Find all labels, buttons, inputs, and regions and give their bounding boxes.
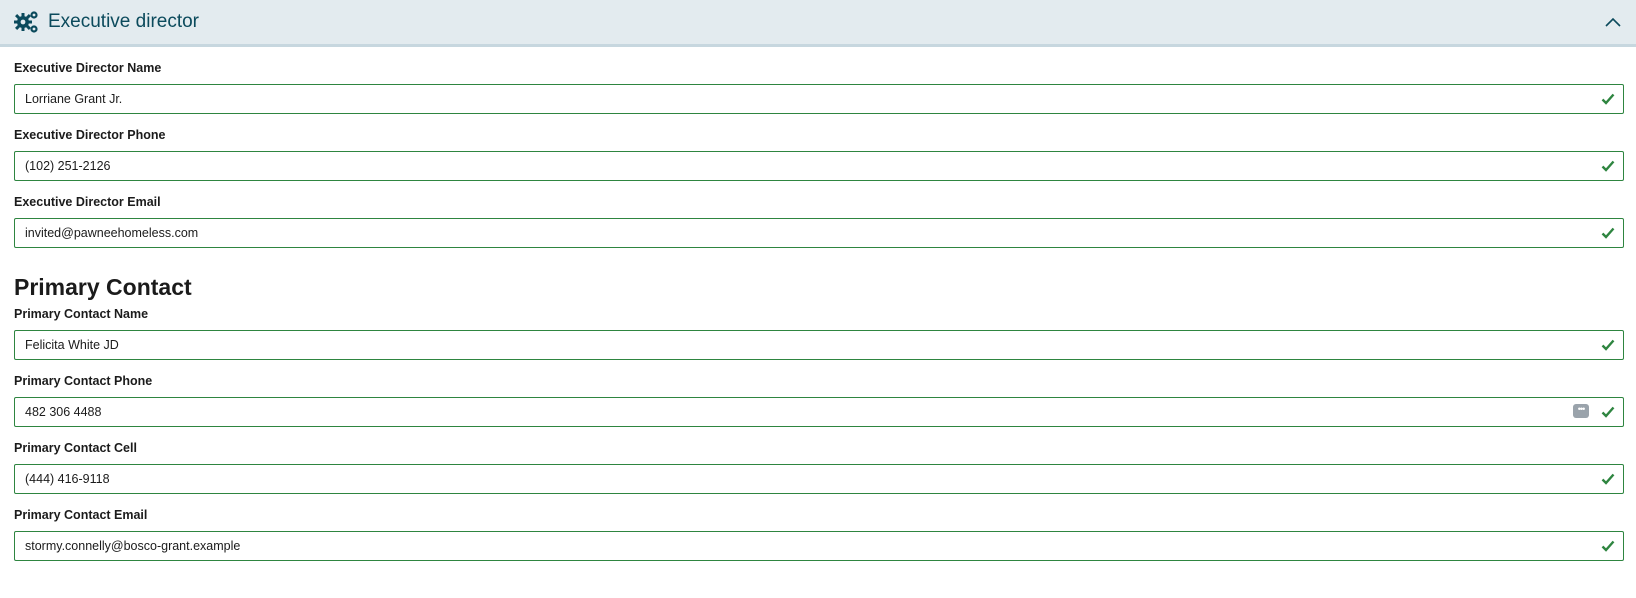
primary-contact-name-input[interactable]: [15, 331, 1623, 359]
primary-contact-email-field: Primary Contact Email: [14, 506, 1624, 561]
primary-contact-phone-field: Primary Contact Phone •••: [14, 372, 1624, 427]
field-label: Primary Contact Cell: [14, 441, 137, 455]
field-label: Executive Director Phone: [14, 128, 166, 142]
input-wrapper: [14, 218, 1624, 248]
input-wrapper: [14, 464, 1624, 494]
primary-contact-phone-input[interactable]: [15, 398, 1623, 426]
field-label: Primary Contact Name: [14, 307, 149, 321]
check-icon: [1601, 338, 1615, 351]
field-label: Primary Contact Email: [14, 508, 148, 522]
executive-director-name-field: Executive Director Name: [14, 59, 1624, 114]
check-icon: [1601, 539, 1615, 552]
executive-director-phone-input[interactable]: [15, 152, 1623, 180]
section-header[interactable]: Executive director: [0, 0, 1636, 47]
input-wrapper: [14, 151, 1624, 181]
input-wrapper: •••: [14, 397, 1624, 427]
executive-director-email-input[interactable]: [15, 219, 1623, 247]
check-icon: [1601, 159, 1615, 172]
check-icon: [1601, 92, 1615, 105]
chevron-up-icon[interactable]: [1604, 15, 1622, 29]
executive-director-name-input[interactable]: [15, 85, 1623, 113]
gears-icon: [14, 9, 40, 35]
primary-contact-email-input[interactable]: [15, 532, 1623, 560]
input-wrapper: [14, 84, 1624, 114]
primary-contact-cell-field: Primary Contact Cell: [14, 439, 1624, 494]
executive-director-email-field: Executive Director Email: [14, 193, 1624, 248]
check-icon: [1601, 226, 1615, 239]
field-label: Executive Director Name: [14, 61, 162, 75]
check-icon: [1601, 405, 1615, 418]
executive-director-phone-field: Executive Director Phone: [14, 126, 1624, 181]
field-label: Executive Director Email: [14, 195, 161, 209]
form-content: Executive Director Name Executive Direct…: [0, 59, 1636, 561]
check-icon: [1601, 472, 1615, 485]
field-label: Primary Contact Phone: [14, 374, 153, 388]
primary-contact-name-field: Primary Contact Name: [14, 305, 1624, 360]
section-title: Executive director: [48, 11, 200, 32]
input-wrapper: [14, 330, 1624, 360]
primary-contact-cell-input[interactable]: [15, 465, 1623, 493]
more-options-icon[interactable]: •••: [1573, 404, 1589, 418]
input-wrapper: [14, 531, 1624, 561]
primary-contact-heading: Primary Contact: [14, 274, 192, 300]
